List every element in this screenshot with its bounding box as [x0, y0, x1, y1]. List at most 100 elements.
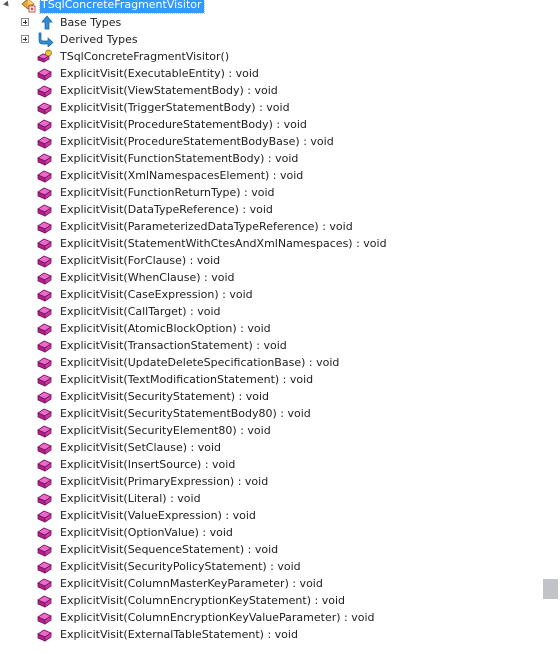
tree-node-member-label: ExplicitVisit(Literal) : void [60, 492, 201, 505]
tree-node-member-label: ExplicitVisit(TriggerStatementBody) : vo… [60, 101, 290, 114]
class-tree: TSqlConcreteFragmentVisitor Base Types D… [0, 0, 540, 643]
tree-node-member[interactable]: ExplicitVisit(WhenClause) : void [0, 269, 540, 286]
tree-node-member[interactable]: ExplicitVisit(ColumnEncryptionKeyStateme… [0, 592, 540, 609]
method-icon [37, 627, 53, 642]
tree-node-base-types-label: Base Types [60, 16, 122, 29]
tree-node-member-label: ExplicitVisit(ColumnEncryptionKeyStateme… [60, 594, 345, 607]
tree-node-member[interactable]: ExplicitVisit(AtomicBlockOption) : void [0, 320, 540, 337]
tree-node-member[interactable]: ExplicitVisit(ColumnMasterKeyParameter) … [0, 575, 540, 592]
method-icon [37, 270, 53, 285]
method-icon [37, 134, 53, 149]
tree-node-member[interactable]: ExplicitVisit(SecurityElement80) : void [0, 422, 540, 439]
tree-node-member-label: ExplicitVisit(SequenceStatement) : void [60, 543, 279, 556]
tree-node-member[interactable]: ExplicitVisit(ViewStatementBody) : void [0, 82, 540, 99]
method-icon [37, 372, 53, 387]
tree-node-member-label: ExplicitVisit(XmlNamespacesElement) : vo… [60, 169, 304, 182]
tree-node-member-label: ExplicitVisit(SecurityElement80) : void [60, 424, 271, 437]
tree-node-member[interactable]: ExplicitVisit(OptionValue) : void [0, 524, 540, 541]
tree-node-member[interactable]: ExplicitVisit(SecurityStatement) : void [0, 388, 540, 405]
tree-node-member-label: ExplicitVisit(FunctionReturnType) : void [60, 186, 275, 199]
constructor-icon [37, 49, 53, 64]
method-icon [37, 185, 53, 200]
tree-node-member-label: ExplicitVisit(CallTarget) : void [60, 305, 221, 318]
method-icon [37, 355, 53, 370]
tree-node-derived-types-label: Derived Types [60, 33, 138, 46]
tree-node-member[interactable]: ExplicitVisit(SecurityStatementBody80) :… [0, 405, 540, 422]
tree-node-member-label: ExplicitVisit(StatementWithCtesAndXmlNam… [60, 237, 387, 250]
method-icon [37, 508, 53, 523]
tree-node-member-label: ExplicitVisit(TextModificationStatement)… [60, 373, 314, 386]
tree-node-member[interactable]: ExplicitVisit(ExternalTableStatement) : … [0, 626, 540, 643]
tree-node-root-label: TSqlConcreteFragmentVisitor [39, 0, 205, 14]
method-icon [37, 576, 53, 591]
vertical-scrollbar[interactable] [541, 0, 560, 654]
tree-node-member[interactable]: ExplicitVisit(InsertSource) : void [0, 456, 540, 473]
method-icon [37, 610, 53, 625]
tree-node-member-label: ExplicitVisit(ParameterizedDataTypeRefer… [60, 220, 353, 233]
collapse-arrow-icon[interactable] [3, 0, 11, 9]
tree-node-member[interactable]: ExplicitVisit(SecurityPolicyStatement) :… [0, 558, 540, 575]
tree-node-member[interactable]: ExplicitVisit(SequenceStatement) : void [0, 541, 540, 558]
class-view-pane: TSqlConcreteFragmentVisitor Base Types D… [0, 0, 560, 654]
tree-node-member[interactable]: ExplicitVisit(ForClause) : void [0, 252, 540, 269]
tree-node-member-label: ExplicitVisit(ColumnEncryptionKeyValuePa… [60, 611, 375, 624]
tree-node-member[interactable]: ExplicitVisit(ProcedureStatementBodyBase… [0, 133, 540, 150]
tree-node-member[interactable]: ExplicitVisit(XmlNamespacesElement) : vo… [0, 167, 540, 184]
method-icon [37, 117, 53, 132]
expand-plus-icon[interactable] [21, 18, 29, 26]
tree-node-member[interactable]: ExplicitVisit(ColumnEncryptionKeyValuePa… [0, 609, 540, 626]
tree-node-member-label: ExplicitVisit(UpdateDeleteSpecificationB… [60, 356, 340, 369]
tree-node-member[interactable]: ExplicitVisit(ProcedureStatementBody) : … [0, 116, 540, 133]
tree-node-member-label: ExplicitVisit(PrimaryExpression) : void [60, 475, 269, 488]
base-types-icon [38, 15, 54, 30]
tree-node-member[interactable]: ExplicitVisit(SetClause) : void [0, 439, 540, 456]
tree-node-member-label: ExplicitVisit(SetClause) : void [60, 441, 221, 454]
method-icon [37, 151, 53, 166]
method-icon [37, 593, 53, 608]
method-icon [37, 100, 53, 115]
tree-node-member[interactable]: ExplicitVisit(UpdateDeleteSpecificationB… [0, 354, 540, 371]
tree-node-member-label: ExplicitVisit(ProcedureStatementBodyBase… [60, 135, 334, 148]
method-icon [37, 202, 53, 217]
method-icon [37, 542, 53, 557]
tree-node-member-label: ExplicitVisit(InsertSource) : void [60, 458, 236, 471]
tree-node-base-types[interactable]: Base Types [0, 14, 540, 31]
tree-node-member[interactable]: ExplicitVisit(Literal) : void [0, 490, 540, 507]
method-icon [37, 389, 53, 404]
method-icon [37, 338, 53, 353]
tree-node-member-label: ExplicitVisit(OptionValue) : void [60, 526, 233, 539]
method-icon [37, 559, 53, 574]
method-icon [37, 168, 53, 183]
method-icon [37, 236, 53, 251]
tree-node-member[interactable]: ExplicitVisit(FunctionReturnType) : void [0, 184, 540, 201]
tree-node-member-label: ExplicitVisit(ExternalTableStatement) : … [60, 628, 298, 641]
tree-node-member[interactable]: ExplicitVisit(PrimaryExpression) : void [0, 473, 540, 490]
member-list: TSqlConcreteFragmentVisitor() ExplicitVis… [0, 48, 540, 643]
tree-node-member-label: ExplicitVisit(SecurityPolicyStatement) :… [60, 560, 301, 573]
tree-node-member[interactable]: ExplicitVisit(ValueExpression) : void [0, 507, 540, 524]
tree-node-root[interactable]: TSqlConcreteFragmentVisitor [0, 0, 540, 14]
tree-node-member[interactable]: ExplicitVisit(TriggerStatementBody) : vo… [0, 99, 540, 116]
tree-node-member[interactable]: ExplicitVisit(CaseExpression) : void [0, 286, 540, 303]
expand-plus-icon[interactable] [21, 35, 29, 43]
tree-node-member[interactable]: ExplicitVisit(ExecutableEntity) : void [0, 65, 540, 82]
tree-node-member-label: ExplicitVisit(CaseExpression) : void [60, 288, 253, 301]
tree-node-member[interactable]: ExplicitVisit(StatementWithCtesAndXmlNam… [0, 235, 540, 252]
tree-node-member-label: ExplicitVisit(TransactionStatement) : vo… [60, 339, 287, 352]
scrollbar-thumb[interactable] [543, 579, 558, 599]
tree-node-derived-types[interactable]: Derived Types [0, 31, 540, 48]
derived-types-icon [38, 32, 54, 47]
tree-node-member-label: ExplicitVisit(DataTypeReference) : void [60, 203, 273, 216]
tree-node-member[interactable]: ExplicitVisit(TextModificationStatement)… [0, 371, 540, 388]
method-icon [37, 219, 53, 234]
tree-node-member[interactable]: ExplicitVisit(DataTypeReference) : void [0, 201, 540, 218]
tree-node-member[interactable]: ExplicitVisit(FunctionStatementBody) : v… [0, 150, 540, 167]
method-icon [37, 66, 53, 81]
tree-node-member[interactable]: TSqlConcreteFragmentVisitor() [0, 48, 540, 65]
method-icon [37, 253, 53, 268]
tree-node-member[interactable]: ExplicitVisit(CallTarget) : void [0, 303, 540, 320]
tree-node-member[interactable]: ExplicitVisit(TransactionStatement) : vo… [0, 337, 540, 354]
tree-node-member-label: ExplicitVisit(ProcedureStatementBody) : … [60, 118, 307, 131]
tree-node-member[interactable]: ExplicitVisit(ParameterizedDataTypeRefer… [0, 218, 540, 235]
tree-node-member-label: ExplicitVisit(ViewStatementBody) : void [60, 84, 278, 97]
